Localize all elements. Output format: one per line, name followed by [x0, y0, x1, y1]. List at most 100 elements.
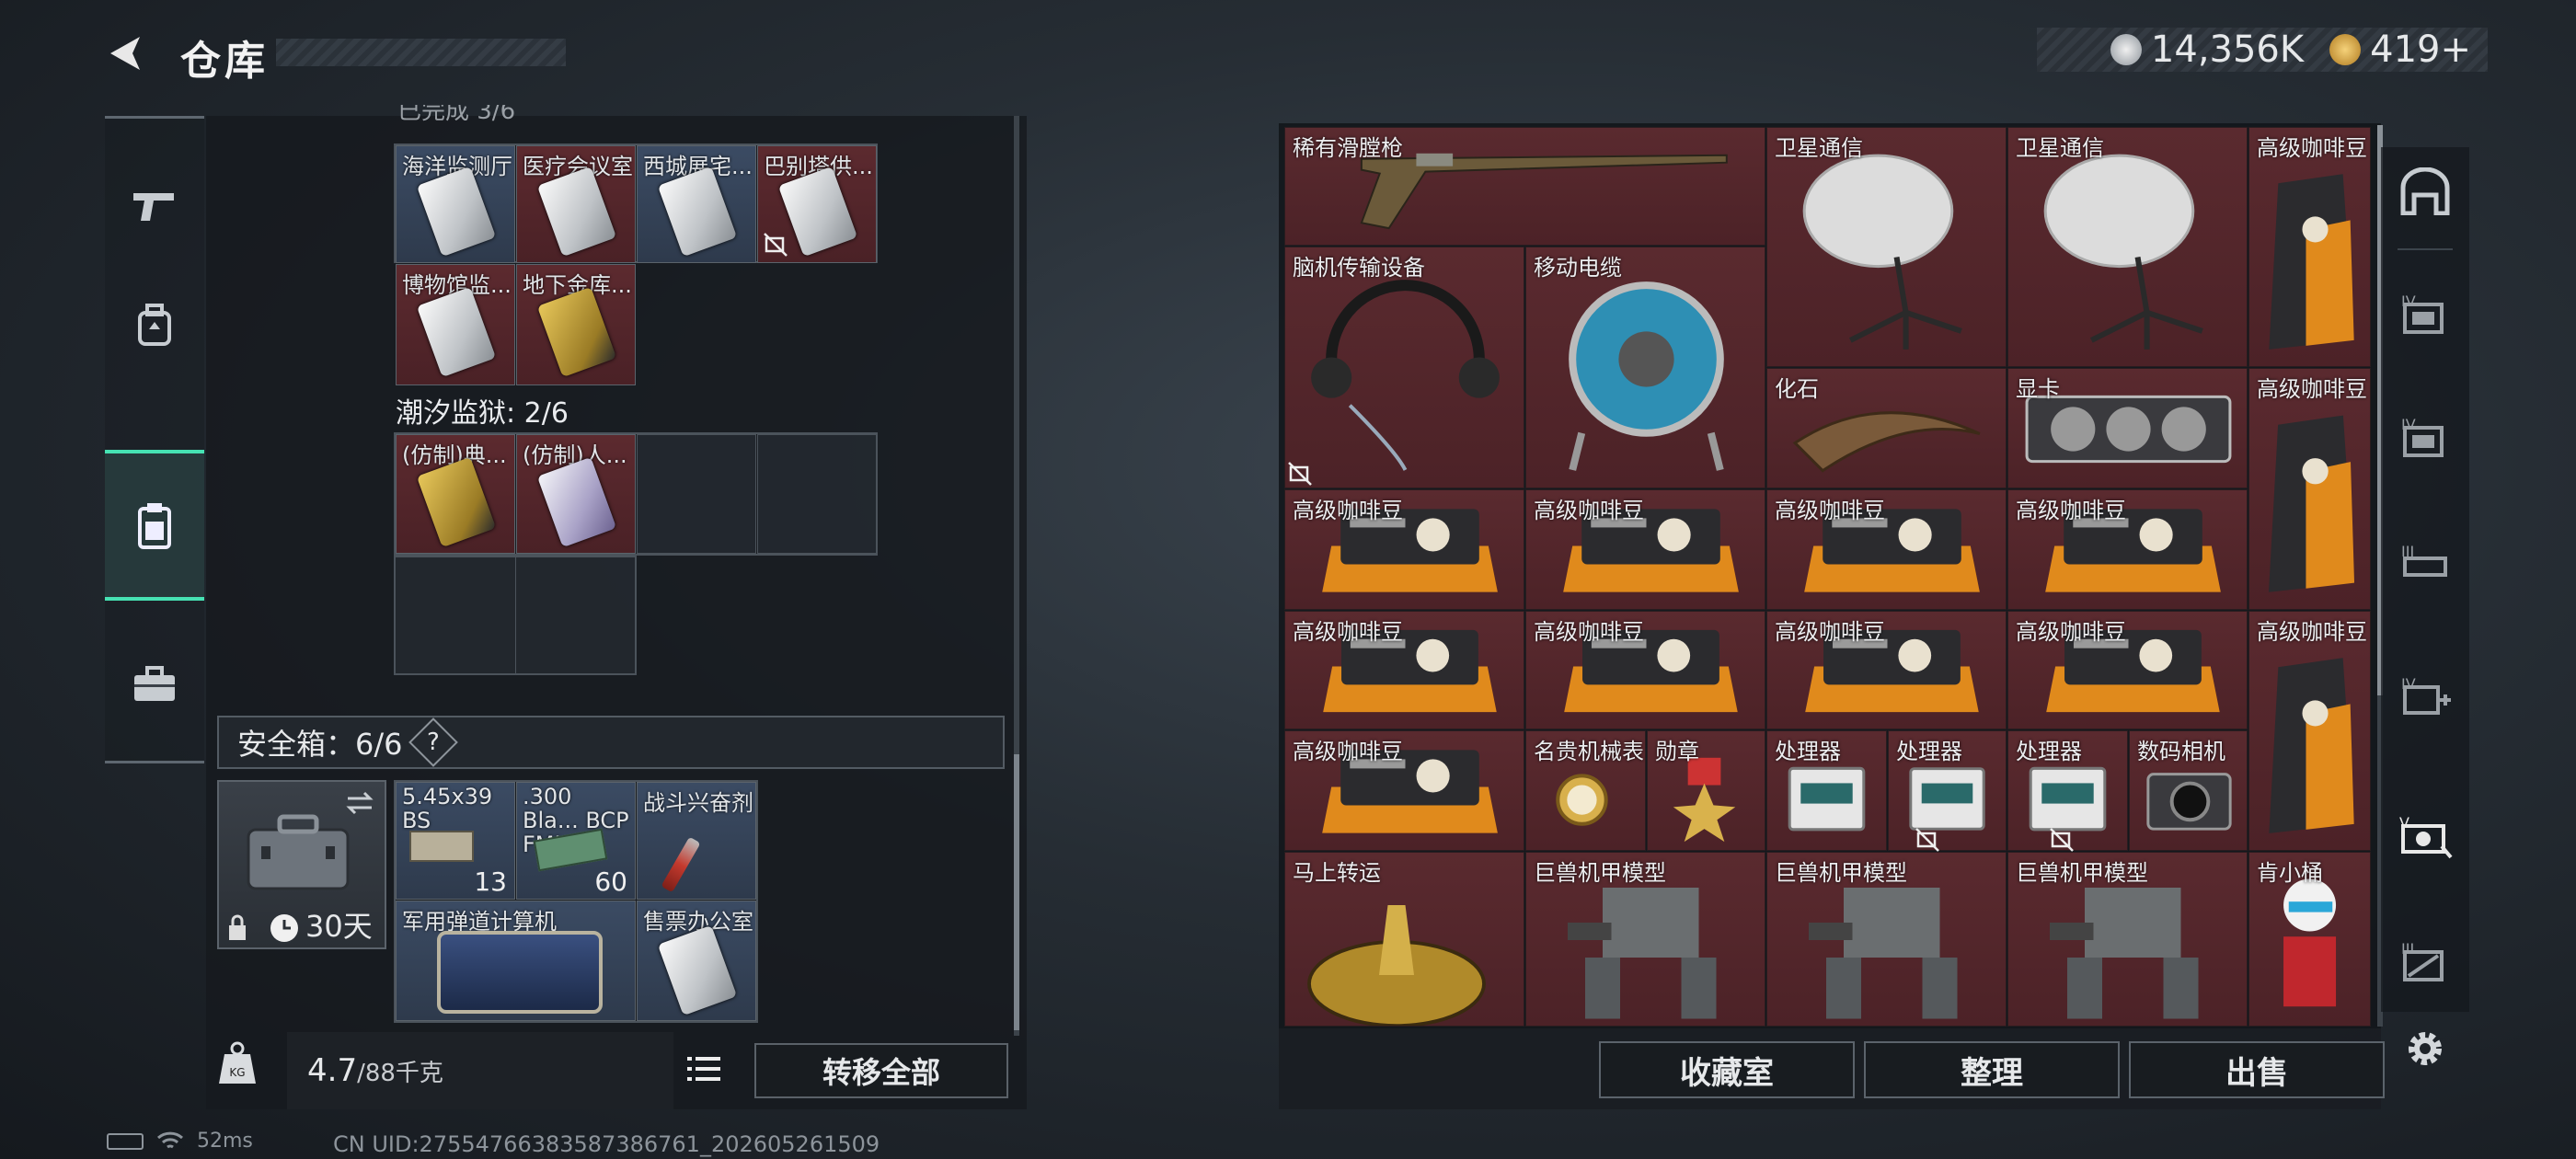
warehouse-item-wheel[interactable]: 马上转运: [1284, 852, 1524, 1027]
lock-icon: [229, 914, 246, 940]
coffee-bag-tall-icon: [2249, 128, 2370, 366]
ping-value: 52ms: [197, 1130, 253, 1153]
nav-storage-3[interactable]: III: [2388, 526, 2462, 600]
warehouse-item-dish[interactable]: 卫星通信: [1766, 127, 2007, 367]
warehouse-item-fossil[interactable]: 化石: [1766, 368, 2007, 488]
left-category-nav: [105, 116, 204, 763]
item-slot[interactable]: (仿制)人...: [516, 434, 636, 554]
item-label: 巨兽机甲模型: [1534, 860, 1666, 886]
item-label: 高级咖啡豆: [2257, 619, 2367, 645]
lab-item-icon: V: [2399, 814, 2453, 859]
gold-coin-icon: [2329, 34, 2362, 65]
warehouse-item-coffee[interactable]: 高级咖啡豆: [1284, 730, 1524, 851]
item-label: 高级咖啡豆: [2257, 135, 2367, 161]
item-slot[interactable]: 西城展宅...: [637, 145, 756, 263]
item-slot[interactable]: 售票办公室: [637, 901, 756, 1021]
no-trade-icon: [764, 233, 788, 257]
warehouse-item-watch[interactable]: 名贵机械表: [1525, 730, 1646, 851]
collection-room-button[interactable]: 收藏室: [1599, 1041, 1855, 1098]
weight-max: /88千克: [357, 1059, 443, 1087]
sell-button[interactable]: 出售: [2129, 1041, 2385, 1098]
item-slot[interactable]: 巴别塔供...: [757, 145, 877, 263]
warehouse-item-coffee[interactable]: 高级咖啡豆: [1525, 611, 1765, 729]
item-slot[interactable]: 医疗会议室: [516, 145, 636, 263]
nav-weapons[interactable]: [105, 155, 204, 257]
warehouse-item-medal[interactable]: 勋章: [1647, 730, 1765, 851]
warehouse-item-coffee[interactable]: 高级咖啡豆: [1525, 489, 1765, 610]
warehouse-item-mech[interactable]: 巨兽机甲模型: [1525, 852, 1765, 1027]
nav-storage-3b[interactable]: III: [2388, 924, 2462, 997]
back-button[interactable]: [99, 26, 155, 81]
warehouse-item-bucket[interactable]: 肯小桶: [2248, 852, 2371, 1027]
left-scroll-thumb[interactable]: [1014, 754, 1019, 1030]
help-button[interactable]: ?: [408, 717, 458, 767]
warehouse-item-coffee[interactable]: 高级咖啡豆: [2007, 611, 2248, 729]
silver-coin-icon: [2110, 34, 2142, 65]
item-slot[interactable]: 军用弹道计算机: [396, 901, 636, 1021]
item-slot[interactable]: (仿制)典...: [396, 434, 515, 554]
empty-slot[interactable]: [757, 434, 877, 554]
safe-box-case[interactable]: 30天: [217, 780, 386, 949]
nav-lab-item[interactable]: V: [2388, 798, 2462, 872]
warehouse-item-bag[interactable]: 高级咖啡豆: [2248, 368, 2371, 610]
warehouse-item-cpu[interactable]: 处理器: [1766, 730, 1887, 851]
item-label: 卫星通信: [1775, 135, 1863, 161]
nav-base[interactable]: [2388, 155, 2462, 228]
item-label: 高级咖啡豆: [1775, 498, 1885, 523]
item-label: 高级咖啡豆: [1534, 498, 1644, 523]
empty-slot[interactable]: [637, 434, 756, 554]
transfer-all-button[interactable]: 转移全部: [754, 1043, 1008, 1098]
pistol-icon: [133, 193, 174, 221]
no-trade-icon: [1286, 460, 1314, 491]
warehouse-item-camera[interactable]: 数码相机: [2129, 730, 2248, 851]
no-trade-icon: [2048, 826, 2076, 857]
warehouse-item-bag[interactable]: 高级咖啡豆: [2248, 611, 2371, 851]
nav-case[interactable]: [105, 450, 204, 601]
nav-medkit-4[interactable]: IV: [2388, 659, 2462, 732]
warehouse-item-coffee[interactable]: 高级咖啡豆: [1284, 489, 1524, 610]
item-label: 处理器: [1896, 739, 1962, 764]
nav-backpack[interactable]: [105, 275, 204, 376]
warehouse-item-headset[interactable]: 脑机传输设备: [1284, 247, 1524, 488]
item-label: 高级咖啡豆: [2016, 498, 2126, 523]
briefcase-icon: [247, 814, 350, 890]
swap-icon: [346, 791, 374, 815]
item-label: 高级咖啡豆: [1293, 498, 1403, 523]
item-label: 脑机传输设备: [1293, 255, 1425, 281]
item-slot[interactable]: 战斗兴奋剂: [637, 782, 756, 900]
item-slot[interactable]: 地下金库...: [516, 264, 636, 385]
warehouse-item-coffee[interactable]: 高级咖啡豆: [1766, 489, 2007, 610]
title-decoration: [276, 39, 566, 66]
safe-box-header: 安全箱：6/6 ?: [217, 716, 1005, 769]
item-label: 高级咖啡豆: [1534, 619, 1644, 645]
uid-text: CN UID:27554766383587386761_202605261509: [333, 1131, 880, 1157]
warehouse-item-mech[interactable]: 巨兽机甲模型: [1766, 852, 2007, 1027]
warehouse-item-mech[interactable]: 巨兽机甲模型: [2007, 852, 2248, 1027]
settings-button[interactable]: [2388, 1012, 2462, 1085]
warehouse-item-gpu[interactable]: 显卡: [2007, 368, 2248, 488]
warehouse-item-coffee[interactable]: 高级咖啡豆: [1766, 611, 2007, 729]
warehouse-item-dish[interactable]: 卫星通信: [2007, 127, 2248, 367]
sort-button[interactable]: 整理: [1864, 1041, 2120, 1098]
warehouse-item-coffee[interactable]: 高级咖啡豆: [1284, 611, 1524, 729]
item-slot[interactable]: .300 Bla... BCP FMJ 60: [516, 782, 636, 900]
backpack-icon: [138, 304, 171, 346]
warehouse-item-gun[interactable]: 稀有滑膛枪: [1284, 127, 1765, 246]
warehouse-item-bag[interactable]: 高级咖啡豆: [2248, 127, 2371, 367]
item-label: 名贵机械表: [1534, 739, 1644, 764]
item-slot[interactable]: 博物馆监...: [396, 264, 515, 385]
section-header-cut: 已完成 3/6: [397, 105, 516, 125]
warehouse-item-reel[interactable]: 移动电缆: [1525, 247, 1765, 488]
divider: [515, 556, 516, 675]
list-view-button[interactable]: [681, 1045, 727, 1093]
item-slot[interactable]: 5.45x39 BS 13: [396, 782, 515, 900]
currency-gold[interactable]: 419+: [2370, 29, 2471, 71]
item-slot[interactable]: 海洋监测厅: [396, 145, 515, 263]
warehouse-item-cpu[interactable]: 处理器: [1888, 730, 2007, 851]
cable-reel-icon: [1526, 247, 1765, 488]
warehouse-item-coffee[interactable]: 高级咖啡豆: [2007, 489, 2248, 610]
nav-toolbox[interactable]: [105, 634, 204, 735]
nav-storage-4[interactable]: IV: [2388, 276, 2462, 350]
nav-storage-4b[interactable]: IV: [2388, 399, 2462, 473]
no-trade-icon: [1914, 826, 1941, 857]
